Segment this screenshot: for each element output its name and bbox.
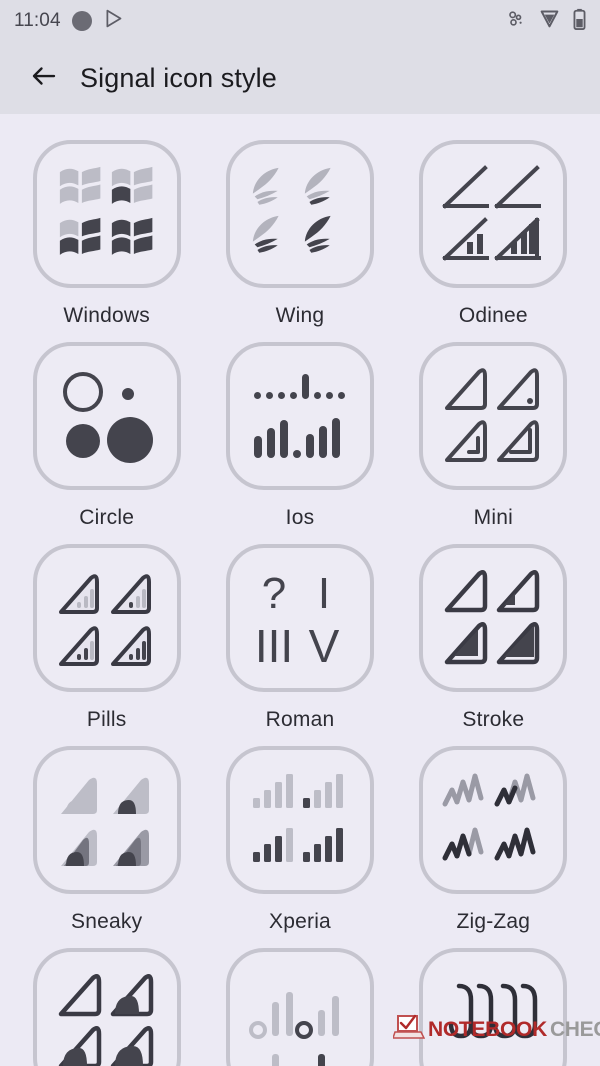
wifi-triangle-icon — [539, 8, 560, 34]
status-clock: 11:04 — [14, 10, 61, 31]
status-bar: 11:04 — [0, 0, 600, 42]
circle-signal-icon — [62, 372, 153, 463]
roman-glyph-0: ? — [262, 569, 286, 618]
odinee-signal-icon — [442, 165, 542, 261]
roman-signal-icon: ? I III V — [255, 569, 340, 670]
style-tile[interactable] — [419, 342, 568, 490]
stroke-signal-icon — [445, 569, 540, 665]
notebookcheck-logo-icon — [391, 1014, 426, 1046]
style-label: Roman — [265, 708, 335, 731]
pills-signal-icon — [58, 574, 151, 666]
style-label: Pills — [86, 708, 127, 731]
status-bar-right — [506, 8, 586, 35]
page-title: Signal icon style — [80, 62, 277, 93]
style-option-roman[interactable]: ? I III V Roman — [203, 530, 396, 732]
watermark: NOTEBOOK CHECK — [391, 1014, 600, 1046]
circle-dot-icon — [71, 11, 92, 31]
style-tile[interactable] — [419, 746, 568, 894]
watermark-check: CHECK — [549, 1018, 600, 1041]
style-label: Windows — [63, 304, 150, 327]
style-label: Stroke — [462, 708, 525, 731]
roman-glyph-2: III — [255, 620, 293, 670]
style-option-zigzag[interactable]: Zig-Zag — [397, 732, 590, 934]
style-option-sneaky[interactable]: Sneaky — [10, 732, 203, 934]
style-label: Wing — [275, 304, 325, 327]
style-label: Sneaky — [71, 910, 143, 933]
style-tile[interactable] — [32, 544, 181, 692]
battery-icon — [573, 8, 586, 35]
style-option-ios[interactable]: Ios — [203, 328, 396, 530]
style-tile[interactable] — [32, 342, 181, 490]
style-tile[interactable] — [419, 948, 568, 1066]
style-option-windows[interactable]: Windows — [10, 126, 203, 328]
style-tile[interactable] — [419, 544, 568, 692]
back-arrow-icon — [29, 61, 59, 96]
phone-screen: 11:04 Signal icon style Windows Wing Odi… — [0, 0, 600, 1066]
zigzag-signal-icon — [442, 773, 536, 861]
wing-signal-icon — [252, 167, 331, 253]
style-tile[interactable] — [225, 140, 374, 288]
style-option-xperia[interactable]: Xperia — [203, 732, 396, 934]
play-store-icon — [103, 8, 124, 34]
ios-signal-icon — [253, 374, 345, 458]
style-tile[interactable] — [419, 140, 568, 288]
dots-bars-signal-icon — [248, 992, 339, 1066]
style-option-stroke[interactable]: Stroke — [397, 530, 590, 732]
style-label: Ios — [285, 506, 315, 529]
back-button[interactable] — [22, 56, 66, 100]
style-tile[interactable] — [32, 746, 181, 894]
style-label: Mini — [473, 506, 513, 529]
roman-glyph-1: I — [318, 569, 330, 618]
style-tile[interactable]: ? I III V — [225, 544, 374, 692]
style-tile[interactable] — [225, 746, 374, 894]
style-label: Zig-Zag — [456, 910, 531, 933]
style-tile[interactable] — [32, 140, 181, 288]
style-option-circle[interactable]: Circle — [10, 328, 203, 530]
mini-signal-icon — [445, 368, 540, 462]
style-tile[interactable] — [32, 948, 181, 1066]
sneaky-signal-icon — [60, 777, 149, 866]
style-option-partial-1[interactable] — [10, 934, 203, 1066]
watermark-notebook: NOTEBOOK — [428, 1018, 547, 1041]
style-option-mini[interactable]: Mini — [397, 328, 590, 530]
style-label: Xperia — [269, 910, 331, 933]
windows-signal-icon — [59, 166, 153, 255]
app-bar: Signal icon style — [0, 42, 600, 114]
style-label: Odinee — [458, 304, 528, 327]
style-option-wing[interactable]: Wing — [203, 126, 396, 328]
mini-outline-signal-icon — [58, 973, 153, 1066]
style-option-partial-3[interactable] — [397, 934, 590, 1066]
style-tile[interactable] — [225, 948, 374, 1066]
style-tile[interactable] — [225, 342, 374, 490]
molecule-icon — [506, 9, 526, 34]
signal-style-grid: Windows Wing Odinee Circle Ios Mini Pill… — [0, 114, 600, 1066]
style-option-pills[interactable]: Pills — [10, 530, 203, 732]
xperia-signal-icon — [252, 774, 343, 862]
style-option-odinee[interactable]: Odinee — [397, 126, 590, 328]
style-label: Circle — [79, 506, 135, 529]
style-option-partial-2[interactable] — [203, 934, 396, 1066]
roman-glyph-3: V — [309, 620, 340, 670]
status-bar-left: 11:04 — [14, 8, 124, 34]
